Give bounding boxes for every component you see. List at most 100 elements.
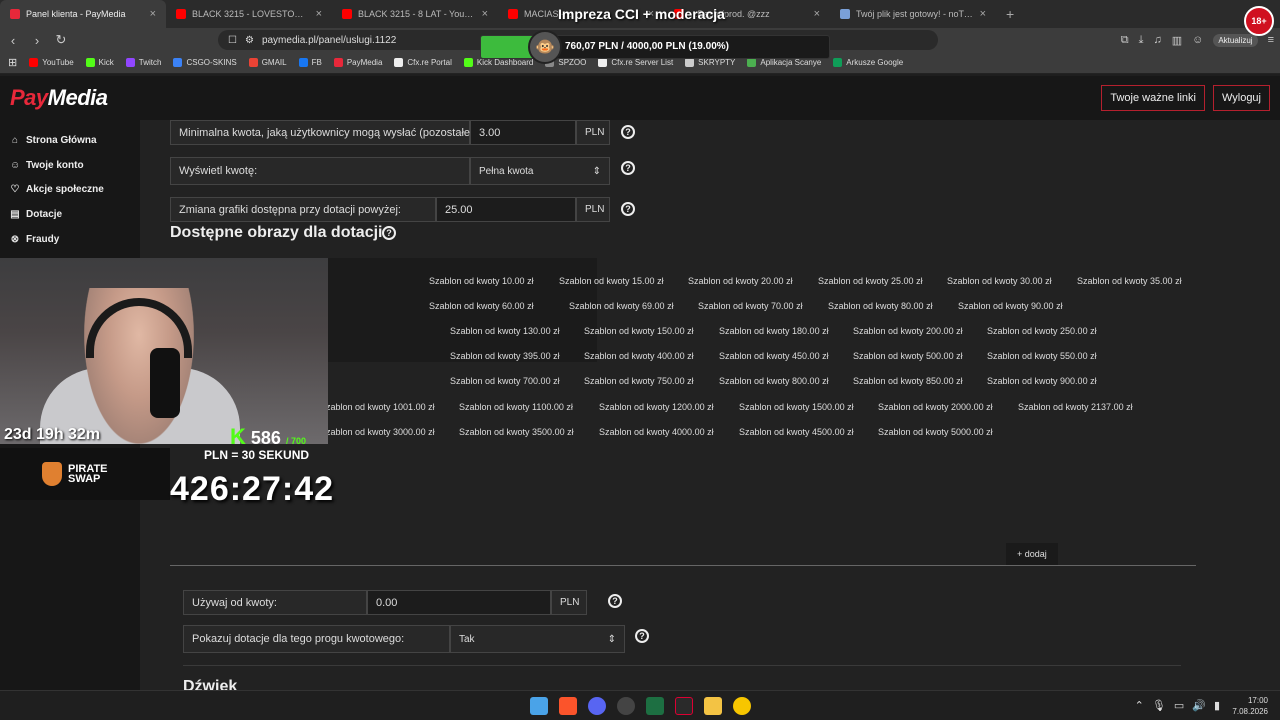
- show-amount-select[interactable]: Pełna kwota ⇕: [470, 157, 610, 185]
- sidebar-item[interactable]: ▤ Dotacje: [0, 202, 140, 227]
- template-button[interactable]: Szablon od kwoty 35.00 zł: [1077, 276, 1182, 286]
- template-button[interactable]: Szablon od kwoty 750.00 zł: [584, 376, 694, 386]
- template-button[interactable]: Szablon od kwoty 1500.00 zł: [739, 402, 854, 412]
- microphone-tray-icon[interactable]: 🎙: [1152, 699, 1166, 712]
- volume-icon[interactable]: 🔊: [1192, 699, 1206, 712]
- clock[interactable]: 17:00 7.08.2026: [1232, 695, 1268, 717]
- sidebar-item[interactable]: ☺ Twoje konto: [0, 153, 140, 178]
- template-button[interactable]: Szablon od kwoty 250.00 zł: [987, 326, 1097, 336]
- template-button[interactable]: Szablon od kwoty 4500.00 zł: [739, 427, 854, 437]
- template-button[interactable]: Szablon od kwoty 800.00 zł: [719, 376, 829, 386]
- reload-icon[interactable]: ↻: [54, 32, 68, 48]
- template-button[interactable]: Szablon od kwoty 90.00 zł: [958, 301, 1063, 311]
- sidebar-item[interactable]: ⌂ Strona Główna: [0, 128, 140, 153]
- template-button[interactable]: Szablon od kwoty 180.00 zł: [719, 326, 829, 336]
- template-button[interactable]: Szablon od kwoty 1100.00 zł: [459, 402, 573, 412]
- profile-icon[interactable]: ☺: [1192, 34, 1203, 46]
- bookmark-item[interactable]: Twitch: [125, 58, 161, 67]
- help-icon[interactable]: ?: [635, 629, 649, 643]
- template-button[interactable]: Szablon od kwoty 450.00 zł: [719, 351, 829, 361]
- bookmark-item[interactable]: CSGO-SKINS: [173, 58, 237, 67]
- bookmark-item[interactable]: Kick: [85, 58, 114, 67]
- template-button[interactable]: Szablon od kwoty 395.00 zł: [450, 351, 560, 361]
- update-button[interactable]: Aktualizuj: [1213, 33, 1258, 47]
- logout-button[interactable]: Wyloguj: [1212, 85, 1270, 111]
- use-from-input[interactable]: 0.00: [367, 590, 551, 615]
- brave-icon[interactable]: [559, 697, 577, 715]
- template-button[interactable]: Szablon od kwoty 69.00 zł: [569, 301, 674, 311]
- bookmark-item[interactable]: Aplikacja Scanye: [747, 58, 821, 67]
- browser-app-icon[interactable]: [733, 697, 751, 715]
- template-button[interactable]: Szablon od kwoty 3000.00 zł: [320, 427, 435, 437]
- template-button[interactable]: Szablon od kwoty 130.00 zł: [450, 326, 560, 336]
- template-button[interactable]: Szablon od kwoty 80.00 zł: [828, 301, 933, 311]
- template-button[interactable]: Szablon od kwoty 200.00 zł: [853, 326, 963, 336]
- close-tab-icon[interactable]: ×: [150, 8, 156, 20]
- browser-tab[interactable]: Twój plik jest gotowy! - noTube ×: [830, 0, 996, 28]
- site-info-icon[interactable]: ⚙: [245, 35, 254, 46]
- sidebar-item[interactable]: ♡ Akcje społeczne: [0, 177, 140, 202]
- important-links-button[interactable]: Twoje ważne linki: [1101, 85, 1205, 111]
- app-icon[interactable]: [675, 697, 693, 715]
- close-tab-icon[interactable]: ×: [980, 8, 986, 20]
- template-button[interactable]: Szablon od kwoty 1200.00 zł: [599, 402, 714, 412]
- min-amount-input[interactable]: 3.00: [470, 120, 576, 145]
- close-tab-icon[interactable]: ×: [814, 8, 820, 20]
- bookmark-item[interactable]: GMAIL: [248, 58, 287, 67]
- chevron-up-icon[interactable]: ⌃: [1135, 699, 1144, 712]
- help-icon[interactable]: ?: [621, 202, 635, 216]
- template-button[interactable]: Szablon od kwoty 15.00 zł: [559, 276, 664, 286]
- template-button[interactable]: Szablon od kwoty 4000.00 zł: [599, 427, 714, 437]
- bookmark-item[interactable]: SKRYPTY: [685, 58, 735, 67]
- template-button[interactable]: Szablon od kwoty 60.00 zł: [429, 301, 534, 311]
- template-button[interactable]: Szablon od kwoty 850.00 zł: [853, 376, 963, 386]
- add-template-button[interactable]: + dodaj: [1006, 543, 1058, 565]
- help-icon[interactable]: ?: [621, 161, 635, 175]
- bookmark-item[interactable]: FB: [298, 58, 322, 67]
- bookmark-item[interactable]: Arkusze Google: [833, 58, 903, 67]
- music-icon[interactable]: ♫: [1153, 34, 1161, 46]
- template-button[interactable]: Szablon od kwoty 2137.00 zł: [1018, 402, 1133, 412]
- sidebar-icon[interactable]: ▥: [1172, 34, 1182, 47]
- sidebar-item[interactable]: ⊗ Fraudy: [0, 227, 140, 252]
- network-icon[interactable]: ▭: [1174, 699, 1184, 712]
- template-button[interactable]: Szablon od kwoty 70.00 zł: [698, 301, 803, 311]
- template-button[interactable]: Szablon od kwoty 5000.00 zł: [878, 427, 993, 437]
- bookmark-item[interactable]: Cfx.re Portal: [394, 58, 452, 67]
- bookmark-item[interactable]: Kick Dashboard: [463, 58, 533, 67]
- template-button[interactable]: Szablon od kwoty 30.00 zł: [947, 276, 1052, 286]
- template-button[interactable]: Szablon od kwoty 10.00 zł: [429, 276, 534, 286]
- template-button[interactable]: Szablon od kwoty 1001.00 zł: [320, 402, 435, 412]
- template-button[interactable]: Szablon od kwoty 900.00 zł: [987, 376, 1097, 386]
- excel-icon[interactable]: [646, 697, 664, 715]
- browser-tab[interactable]: Panel klienta - PayMedia ×: [0, 0, 166, 28]
- browser-tab[interactable]: BLACK 3215 - 8 LAT - YouTube ×: [332, 0, 498, 28]
- start-icon[interactable]: [530, 697, 548, 715]
- bookmark-item[interactable]: PayMedia: [333, 58, 382, 67]
- help-icon[interactable]: ?: [621, 125, 635, 139]
- show-threshold-select[interactable]: Tak ⇕: [450, 625, 625, 653]
- new-tab-icon[interactable]: +: [996, 6, 1024, 22]
- close-tab-icon[interactable]: ×: [482, 8, 488, 20]
- help-icon[interactable]: ?: [382, 226, 396, 240]
- template-button[interactable]: Szablon od kwoty 20.00 zł: [688, 276, 793, 286]
- download-icon[interactable]: ⤓: [1139, 34, 1144, 47]
- bookmark-item[interactable]: YouTube: [29, 58, 74, 67]
- back-icon[interactable]: ‹: [6, 33, 20, 48]
- paymedia-logo[interactable]: PayMedia: [10, 85, 108, 111]
- forward-icon[interactable]: ›: [30, 33, 44, 48]
- template-button[interactable]: Szablon od kwoty 3500.00 zł: [459, 427, 574, 437]
- template-button[interactable]: Szablon od kwoty 550.00 zł: [987, 351, 1097, 361]
- template-button[interactable]: Szablon od kwoty 150.00 zł: [584, 326, 694, 336]
- graphics-change-input[interactable]: 25.00: [436, 197, 576, 222]
- menu-icon[interactable]: ≡: [1268, 34, 1274, 46]
- browser-tab[interactable]: BLACK 3215 - LOVESTORY - YouTube ×: [166, 0, 332, 28]
- help-icon[interactable]: ?: [608, 594, 622, 608]
- template-button[interactable]: Szablon od kwoty 2000.00 zł: [878, 402, 993, 412]
- obs-icon[interactable]: [617, 697, 635, 715]
- close-tab-icon[interactable]: ×: [316, 8, 322, 20]
- template-button[interactable]: Szablon od kwoty 700.00 zł: [450, 376, 560, 386]
- template-button[interactable]: Szablon od kwoty 500.00 zł: [853, 351, 963, 361]
- apps-icon[interactable]: ⊞: [8, 56, 17, 69]
- template-button[interactable]: Szablon od kwoty 400.00 zł: [584, 351, 694, 361]
